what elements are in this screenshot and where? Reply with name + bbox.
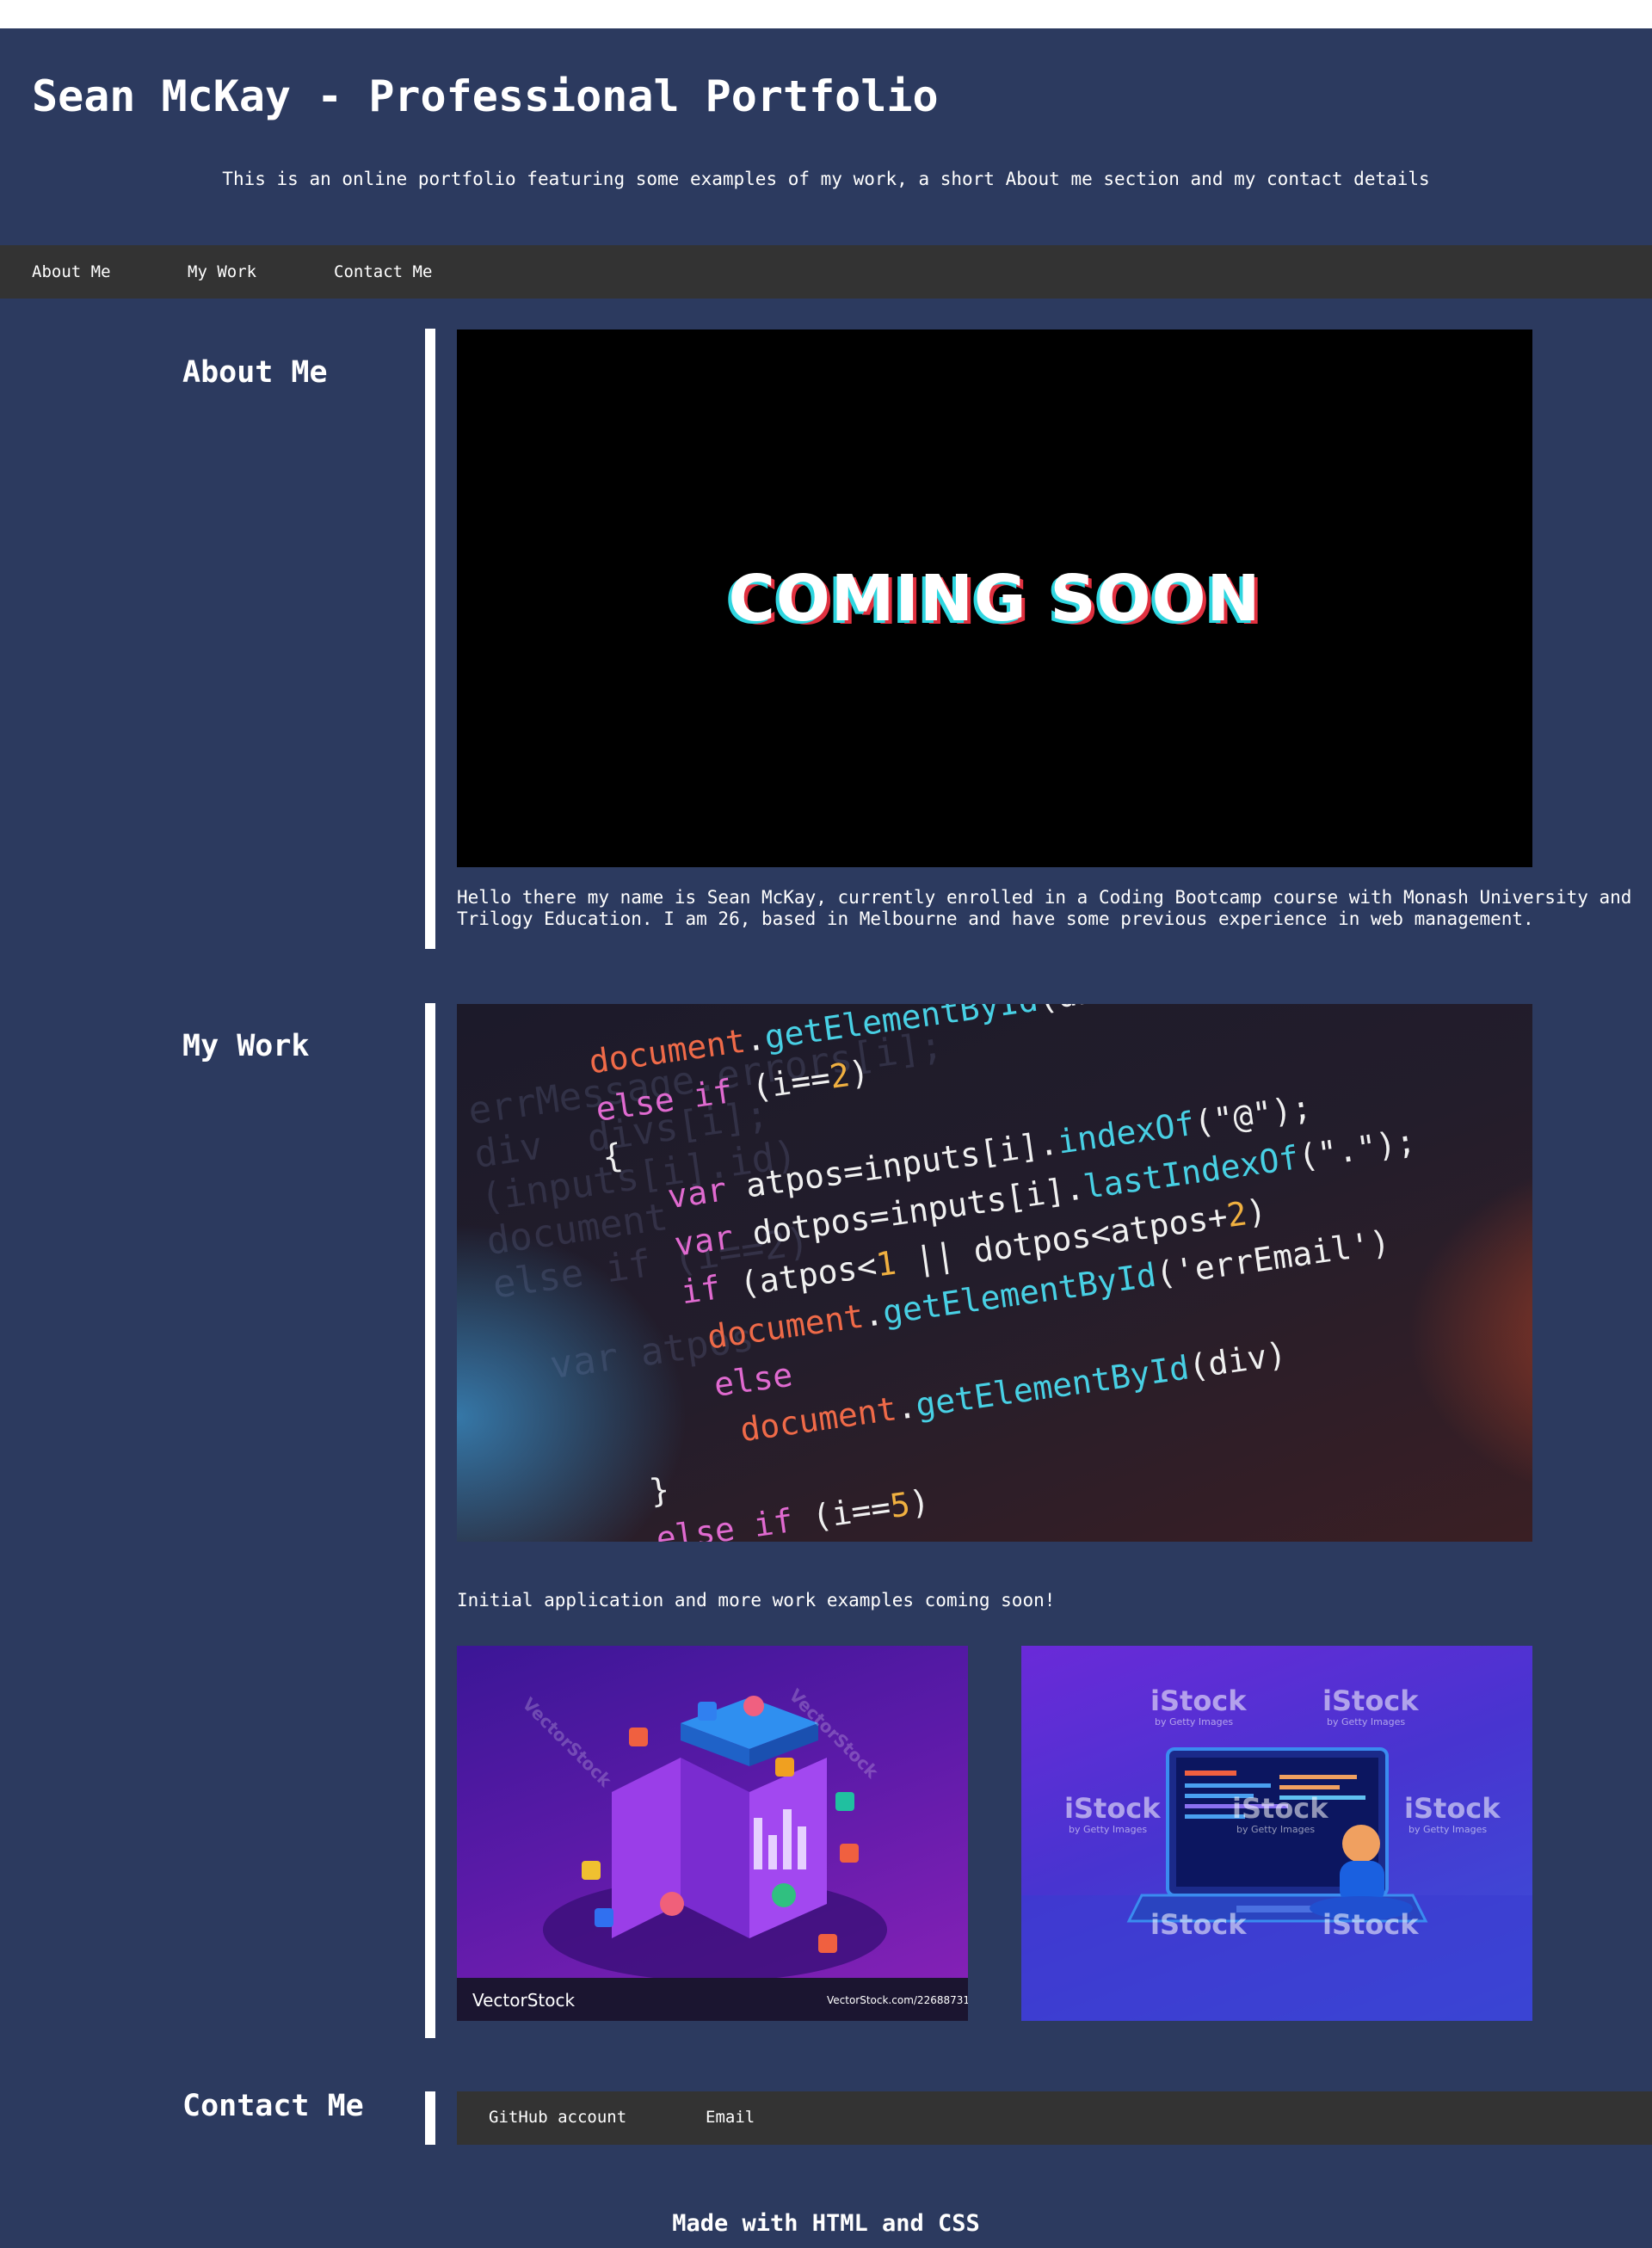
vectorstock-logo: VectorStock xyxy=(472,1990,576,2011)
istock-sub-3: by Getty Images xyxy=(1069,1824,1148,1835)
istock-sub-4: by Getty Images xyxy=(1236,1824,1316,1835)
istock-watermark-4: iStock xyxy=(1232,1792,1328,1825)
istock-watermark-5: iStock xyxy=(1404,1792,1501,1825)
coming-soon-text: COMING SOON xyxy=(728,561,1261,636)
code-text: document.getElementById(div). else if (i… xyxy=(586,1004,1419,1542)
footer-text: Made with HTML and CSS xyxy=(672,2210,980,2237)
istock-watermark-6: iStock xyxy=(1150,1908,1247,1941)
coming-soon-image: COMING SOON xyxy=(457,330,1532,867)
email-link[interactable]: Email xyxy=(706,2108,755,2127)
github-link[interactable]: GitHub account xyxy=(489,2108,626,2127)
contact-section-divider xyxy=(425,2091,435,2145)
site-description: This is an online portfolio featuring so… xyxy=(222,169,1430,189)
page-title: Sean McKay - Professional Portfolio xyxy=(32,71,939,121)
istock-watermark-2: iStock xyxy=(1322,1684,1419,1717)
about-bio-line-2: Trilogy Education. I am 26, based in Mel… xyxy=(457,908,1534,929)
about-section-title: About Me xyxy=(182,355,328,390)
work-section-title: My Work xyxy=(182,1029,310,1063)
istock-watermark-3: iStock xyxy=(1064,1792,1161,1825)
contact-links-bar: GitHub account Email xyxy=(457,2091,1652,2145)
about-section-divider xyxy=(425,329,435,949)
istock-watermark-1: iStock xyxy=(1150,1684,1247,1717)
nav-link-about-me[interactable]: About Me xyxy=(32,262,111,281)
isometric-developers-image: VectorStock VectorStock VectorStock Vect… xyxy=(457,1646,968,2021)
page-body: Sean McKay - Professional Portfolio This… xyxy=(0,28,1652,2248)
istock-watermark-7: iStock xyxy=(1322,1908,1419,1941)
work-section-divider xyxy=(425,1003,435,2038)
main-nav: About Me My Work Contact Me xyxy=(0,245,1652,299)
vectorstock-id: VectorStock.com/22688731 xyxy=(827,1994,968,2006)
istock-sub-2: by Getty Images xyxy=(1327,1716,1406,1728)
about-bio-line-1: Hello there my name is Sean McKay, curre… xyxy=(457,887,1632,908)
code-screenshot-image: errMessage.errors[i]; div divs[i]; (inpu… xyxy=(457,1004,1532,1542)
work-caption: Initial application and more work exampl… xyxy=(457,1590,1056,1611)
istock-sub-1: by Getty Images xyxy=(1155,1716,1234,1728)
contact-section-title: Contact Me xyxy=(182,2089,364,2123)
nav-link-my-work[interactable]: My Work xyxy=(188,262,256,281)
nav-link-contact-me[interactable]: Contact Me xyxy=(334,262,432,281)
laptop-developer-image: iStock iStock iStock iStock iStock iStoc… xyxy=(1021,1646,1532,2021)
istock-sub-5: by Getty Images xyxy=(1409,1824,1488,1835)
